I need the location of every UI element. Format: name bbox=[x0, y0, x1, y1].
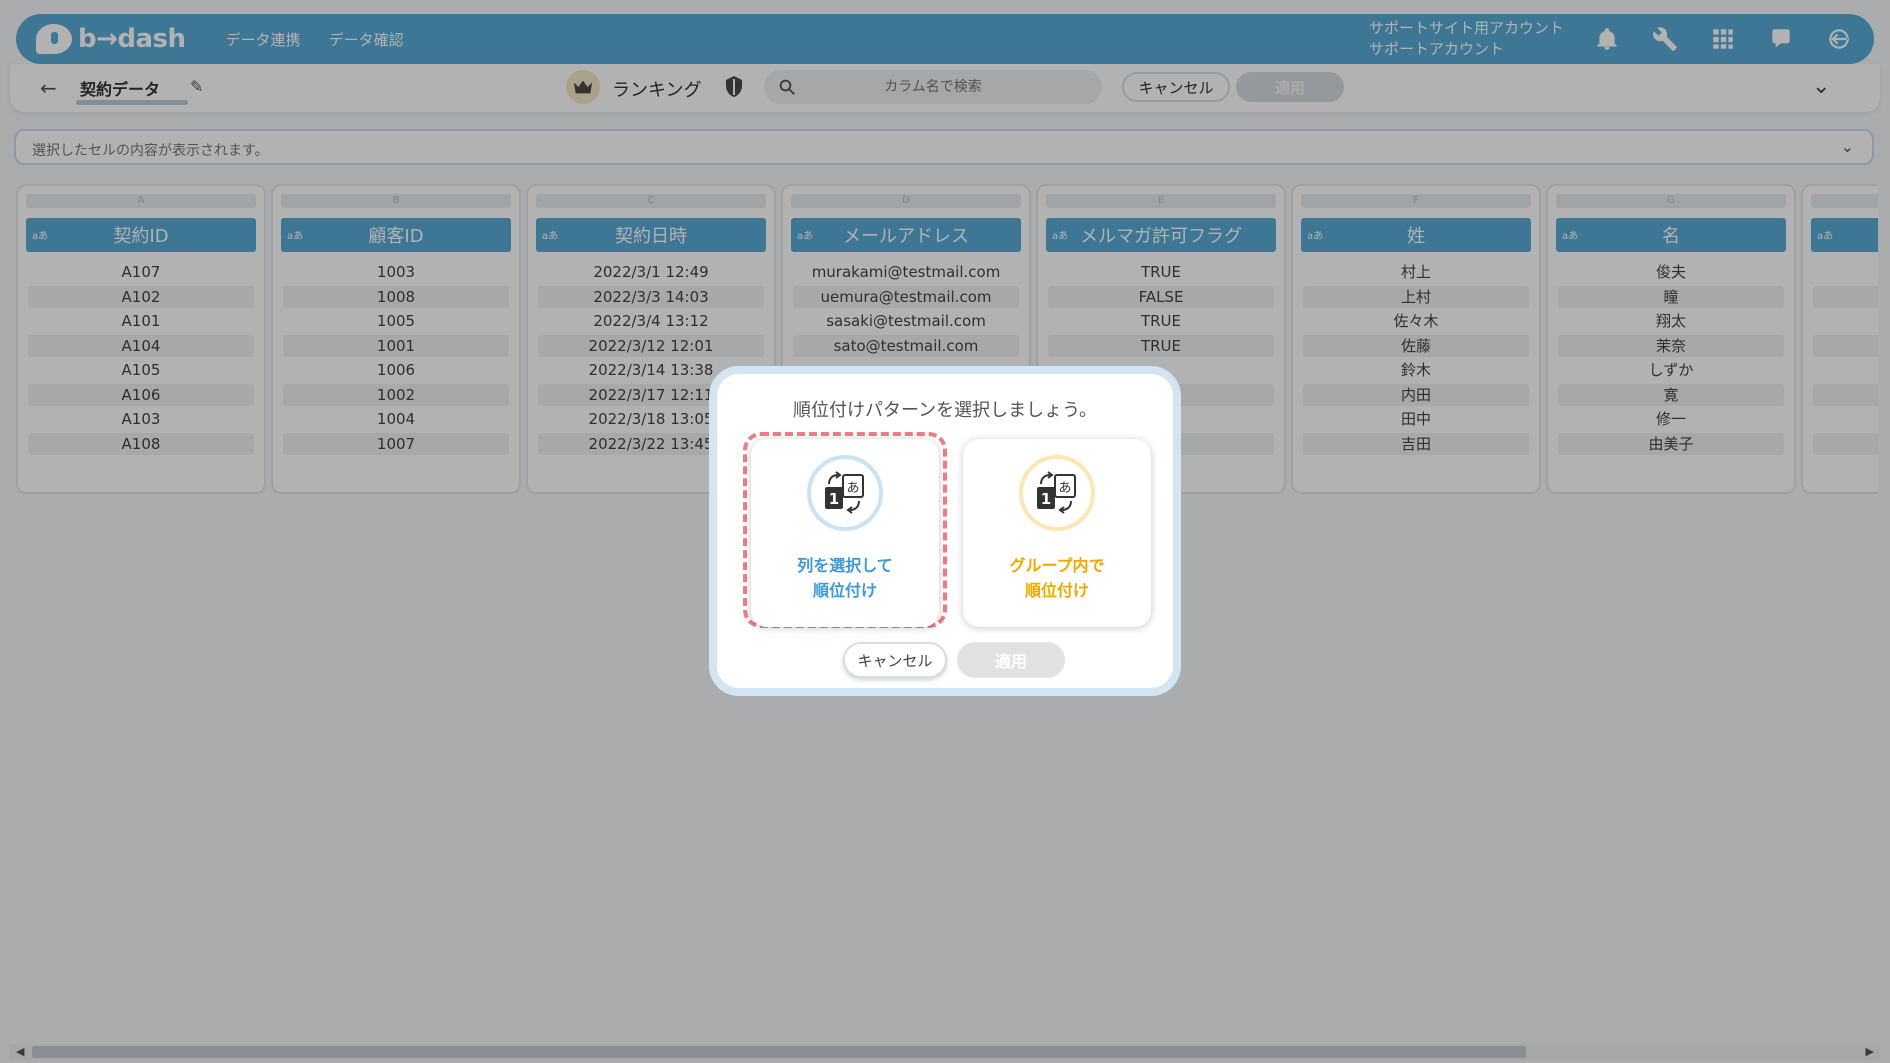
option-group-ranking-label: グループ内で 順位付け bbox=[963, 553, 1151, 603]
dialog-title: 順位付けパターンを選択しましょう。 bbox=[792, 400, 1098, 421]
svg-text:1: 1 bbox=[1041, 490, 1051, 508]
ranking-sort-icon: 1 あ bbox=[807, 455, 883, 531]
option-label-line: 順位付け bbox=[1024, 581, 1089, 600]
option-label-line: グループ内で bbox=[1009, 556, 1105, 575]
svg-text:あ: あ bbox=[846, 481, 859, 496]
option-column-ranking[interactable]: 1 あ 列を選択して 順位付け bbox=[751, 439, 939, 627]
option-group-ranking[interactable]: 1 あ グループ内で 順位付け bbox=[963, 439, 1151, 627]
svg-text:あ: あ bbox=[1058, 481, 1071, 496]
option-label-line: 列を選択して bbox=[797, 556, 893, 575]
ranking-sort-icon: 1 あ bbox=[1019, 455, 1095, 531]
dialog-cancel-button[interactable]: キャンセル bbox=[843, 642, 947, 678]
ranking-pattern-dialog: 順位付けパターンを選択しましょう。 1 あ 列を選択して 順位付け 1 あ グル… bbox=[709, 366, 1181, 696]
svg-text:1: 1 bbox=[829, 490, 839, 508]
option-label-line: 順位付け bbox=[812, 581, 877, 600]
option-column-ranking-label: 列を選択して 順位付け bbox=[751, 553, 939, 603]
dialog-apply-button[interactable]: 適用 bbox=[957, 642, 1065, 678]
